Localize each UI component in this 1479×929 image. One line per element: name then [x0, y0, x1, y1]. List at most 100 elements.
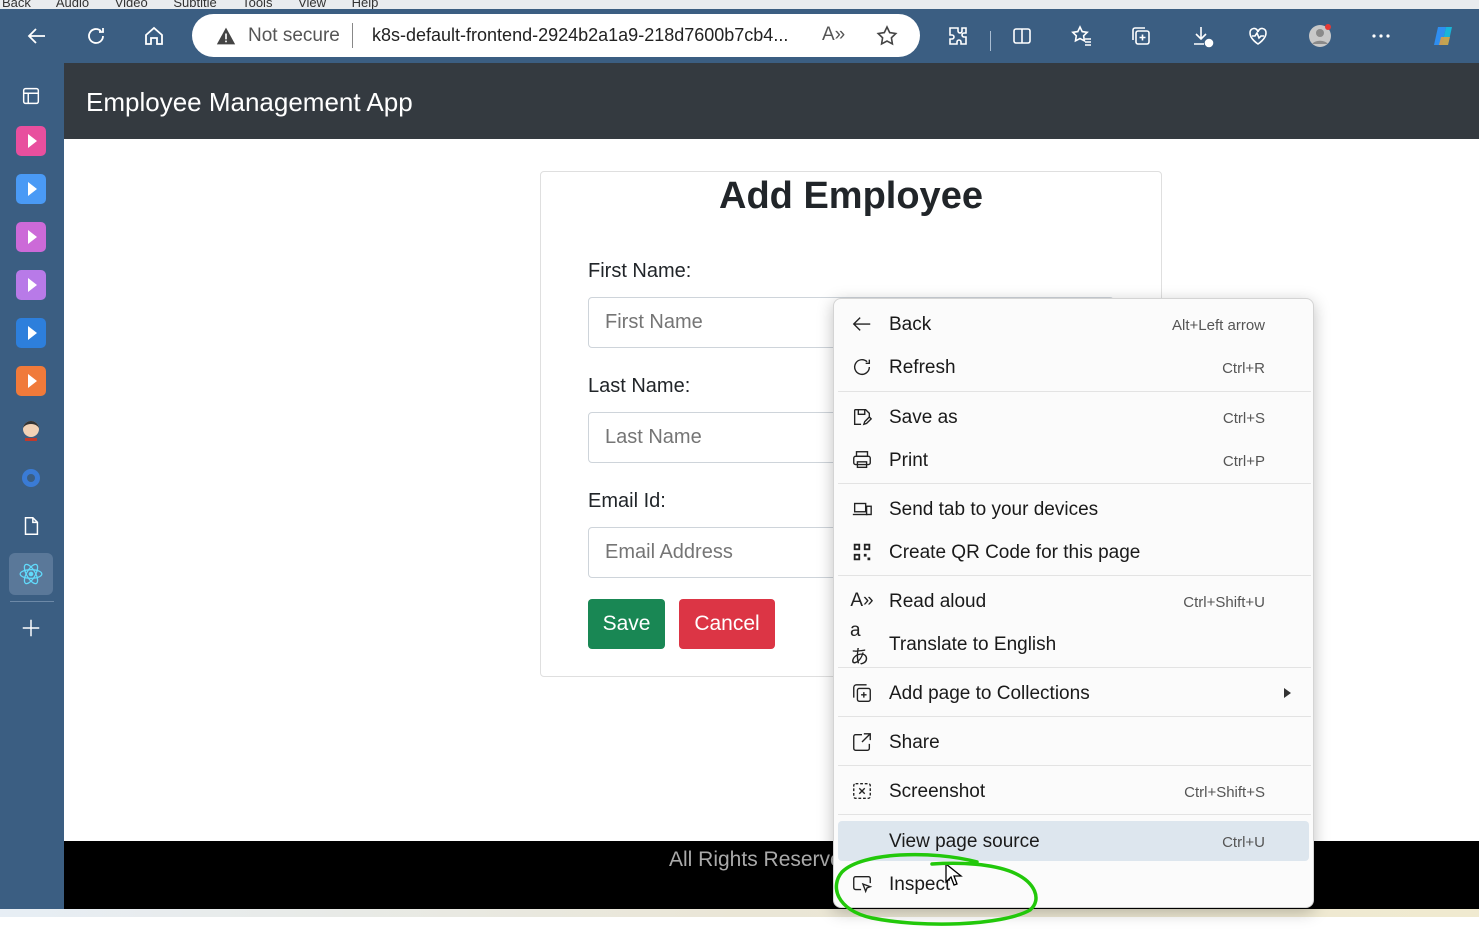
- sidebar-item-4[interactable]: [14, 268, 48, 302]
- react-icon: [19, 563, 43, 585]
- menu-audio[interactable]: Audio: [56, 0, 89, 9]
- menu-separator: [838, 667, 1311, 668]
- menu-separator: [838, 814, 1311, 815]
- play-icon: [16, 222, 46, 252]
- extensions-button[interactable]: [940, 18, 976, 54]
- submenu-arrow-icon: [1284, 688, 1291, 698]
- favorites-button[interactable]: [1064, 18, 1100, 54]
- sidebar-item-document[interactable]: [14, 509, 48, 543]
- app-brand[interactable]: Employee Management App: [86, 87, 413, 118]
- menu-item-shortcut: Ctrl+P: [1222, 453, 1265, 470]
- last-name-label: Last Name:: [588, 375, 691, 397]
- sidebar-item-5[interactable]: [14, 316, 48, 350]
- menu-item-share[interactable]: Share: [838, 722, 1309, 762]
- collections-icon: [1132, 27, 1150, 45]
- share-icon: [850, 731, 874, 753]
- menu-item-label: Add page to Collections: [889, 683, 1090, 704]
- menu-item-screenshot[interactable]: Screenshot Ctrl+Shift+S: [838, 771, 1309, 811]
- menu-item-shortcut: Ctrl+R: [1222, 360, 1265, 377]
- menu-separator: [838, 575, 1311, 576]
- menu-item-label: Share: [889, 732, 940, 753]
- menu-item-label: Refresh: [889, 357, 956, 378]
- menu-item-label: Send tab to your devices: [889, 499, 1099, 520]
- save-button[interactable]: Save: [588, 599, 665, 649]
- browser-essentials-button[interactable]: [1240, 18, 1276, 54]
- footer-text: All Rights Reserved: [669, 848, 854, 871]
- puzzle-icon: [949, 27, 967, 45]
- menu-item-label: Create QR Code for this page: [889, 542, 1141, 563]
- sidebar-item-jenkins[interactable]: [14, 413, 48, 447]
- menu-item-label: Back: [889, 314, 932, 335]
- menu-item-label: Translate to English: [889, 634, 1057, 655]
- split-screen-button[interactable]: [1004, 18, 1040, 54]
- screenshot-icon: [850, 780, 874, 802]
- address-bar[interactable]: Not secure k8s-default-frontend-2924b2a1…: [192, 14, 920, 57]
- split-screen-icon: [1013, 28, 1031, 44]
- read-aloud-icon[interactable]: A»: [822, 24, 845, 46]
- refresh-icon: [850, 356, 874, 378]
- menu-item-read-aloud[interactable]: A» Read aloud Ctrl+Shift+U: [838, 581, 1309, 621]
- url-text[interactable]: k8s-default-frontend-2924b2a1a9-218d7600…: [372, 25, 788, 46]
- sidebar-item-react[interactable]: [14, 557, 48, 591]
- menu-item-label: Read aloud: [889, 591, 987, 612]
- copilot-button[interactable]: [1426, 18, 1462, 54]
- menu-item-label: Print: [889, 450, 929, 471]
- favorites-icon: [1071, 25, 1091, 46]
- menu-separator: [838, 483, 1311, 484]
- downloads-button[interactable]: [1184, 18, 1220, 54]
- play-icon: [16, 174, 46, 204]
- menu-item-collections[interactable]: Add page to Collections: [838, 673, 1309, 713]
- home-button[interactable]: [136, 18, 172, 54]
- copilot-icon: [1434, 27, 1452, 45]
- sidebar-item-3[interactable]: [14, 220, 48, 254]
- back-arrow-icon: [850, 313, 874, 335]
- play-icon: [16, 270, 46, 300]
- profile-button[interactable]: [1302, 18, 1338, 54]
- menu-item-shortcut: Ctrl+Shift+S: [1184, 784, 1265, 801]
- menu-back[interactable]: Back: [2, 0, 31, 9]
- cancel-button[interactable]: Cancel: [679, 599, 775, 649]
- avatar-icon: [1309, 24, 1331, 47]
- jenkins-icon: [23, 421, 39, 441]
- first-name-label: First Name:: [588, 260, 692, 282]
- sidebar-item-gear[interactable]: [14, 461, 48, 495]
- menu-video[interactable]: Video: [115, 0, 148, 9]
- email-label: Email Id:: [588, 490, 666, 512]
- browser-sidebar: [0, 63, 64, 909]
- menu-view[interactable]: View: [298, 0, 326, 9]
- warning-icon: [216, 27, 236, 45]
- favorite-star-icon[interactable]: [875, 24, 899, 48]
- play-icon: [16, 318, 46, 348]
- menu-item-qr-code[interactable]: Create QR Code for this page: [838, 532, 1309, 572]
- more-dots-icon: [1372, 34, 1390, 38]
- menu-separator: [838, 765, 1311, 766]
- sidebar-item-1[interactable]: [14, 124, 48, 158]
- menu-subtitle[interactable]: Subtitle: [173, 0, 216, 9]
- menu-item-save-as[interactable]: Save as Ctrl+S: [838, 397, 1309, 437]
- menu-help[interactable]: Help: [352, 0, 379, 9]
- home-icon: [145, 26, 163, 45]
- menu-item-send-tab[interactable]: Send tab to your devices: [838, 489, 1309, 529]
- sidebar-tab-actions[interactable]: [14, 79, 48, 113]
- app-navbar: Employee Management App: [64, 63, 1479, 139]
- more-options-button[interactable]: [1363, 18, 1399, 54]
- heart-pulse-icon: [1249, 27, 1267, 45]
- play-icon: [16, 366, 46, 396]
- page-title: Add Employee: [719, 175, 983, 217]
- menu-item-refresh[interactable]: Refresh Ctrl+R: [838, 347, 1309, 387]
- menu-item-back[interactable]: Back Alt+Left arrow: [838, 304, 1309, 344]
- menu-tools[interactable]: Tools: [242, 0, 272, 9]
- menu-item-translate[interactable]: aあ Translate to English: [838, 619, 1309, 668]
- security-label[interactable]: Not secure: [248, 25, 340, 47]
- menu-item-print[interactable]: Print Ctrl+P: [838, 440, 1309, 480]
- back-button[interactable]: [19, 18, 55, 54]
- window-bottom-edge: [0, 909, 1479, 917]
- collections-button[interactable]: [1123, 18, 1159, 54]
- refresh-button[interactable]: [78, 18, 114, 54]
- menu-item-shortcut: Ctrl+U: [1222, 834, 1265, 851]
- sidebar-item-2[interactable]: [14, 172, 48, 206]
- sidebar-item-6[interactable]: [14, 364, 48, 398]
- menu-item-label: Screenshot: [889, 781, 986, 802]
- translate-icon: aあ: [850, 619, 870, 668]
- sidebar-add-button[interactable]: [14, 611, 48, 645]
